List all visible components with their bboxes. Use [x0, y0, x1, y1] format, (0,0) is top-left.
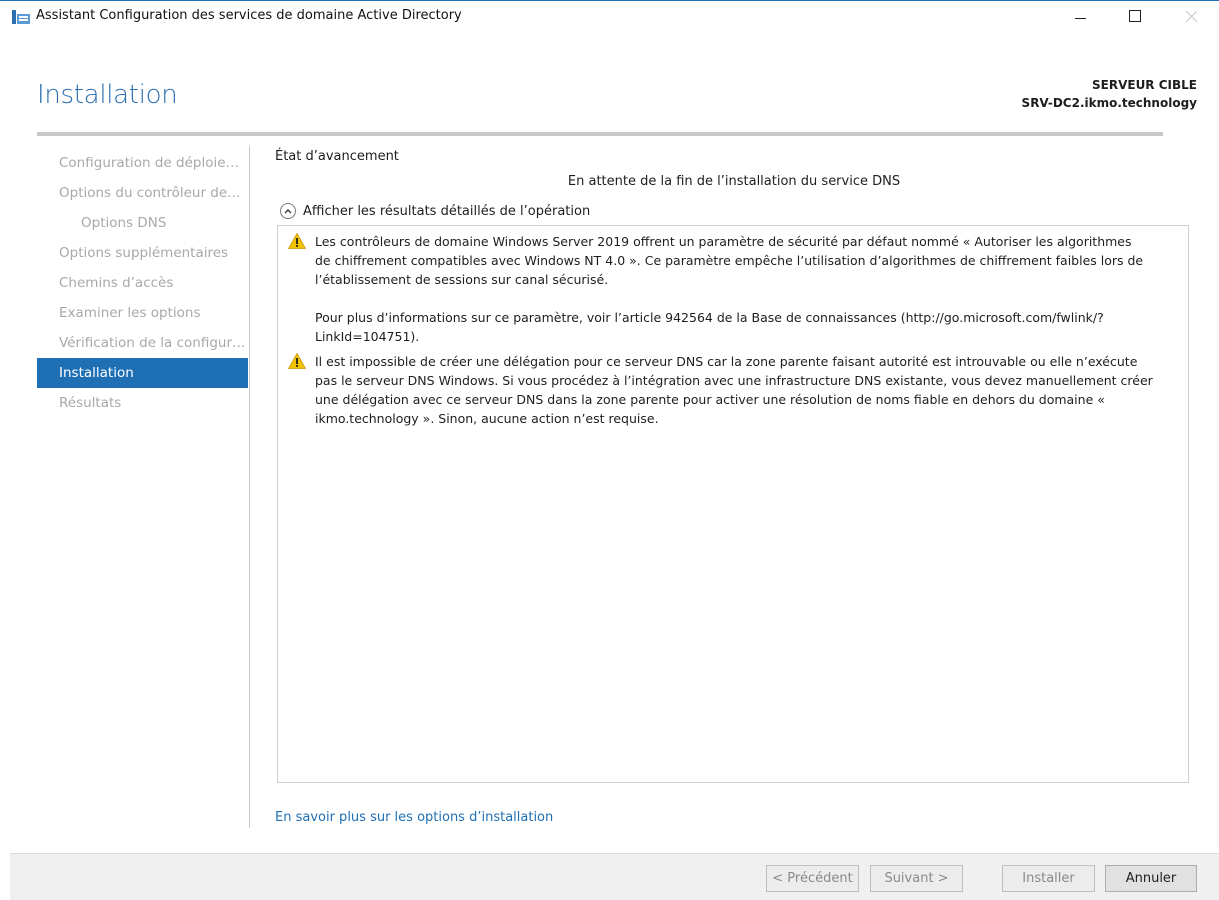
- nav-divider: [249, 146, 250, 828]
- result-message-text: Il est impossible de créer une délégatio…: [315, 354, 1153, 426]
- nav-item-dc-options: Options du contrôleur de…: [59, 185, 241, 201]
- details-toggle[interactable]: Afficher les résultats détaillés de l’op…: [280, 201, 590, 221]
- details-toggle-label: Afficher les résultats détaillés de l’op…: [303, 203, 591, 219]
- learn-more-link[interactable]: En savoir plus sur les options d’install…: [275, 810, 553, 825]
- operation-results-panel[interactable]: Les contrôleurs de domaine Windows Serve…: [277, 225, 1189, 783]
- server-manager-icon: [12, 10, 30, 24]
- chevron-up-icon: [280, 203, 296, 219]
- nav-item-dns-options: Options DNS: [81, 215, 167, 231]
- maximize-button[interactable]: [1112, 1, 1158, 31]
- nav-item-results: Résultats: [59, 395, 122, 411]
- cancel-button[interactable]: Annuler: [1105, 865, 1197, 892]
- nav-item-installation[interactable]: Installation: [37, 358, 248, 388]
- nav-item-additional-options: Options supplémentaires: [59, 245, 229, 261]
- wizard-steps-nav: Configuration de déploie… Options du con…: [37, 148, 248, 418]
- window-title: Assistant Configuration des services de …: [36, 8, 462, 23]
- target-server-name: SRV-DC2.ikmo.technology: [1021, 96, 1197, 110]
- target-server-label: SERVEUR CIBLE: [1092, 78, 1197, 92]
- result-message-text: Les contrôleurs de domaine Windows Serve…: [315, 234, 1144, 344]
- next-button[interactable]: Suivant >: [870, 865, 963, 892]
- progress-label: État d’avancement: [275, 149, 399, 164]
- install-button[interactable]: Installer: [1002, 865, 1095, 892]
- maximize-icon: [1129, 10, 1141, 22]
- nav-item-paths: Chemins d’accès: [59, 275, 174, 291]
- nav-item-review-options: Examiner les options: [59, 305, 201, 321]
- result-message: Il est impossible de créer une délégatio…: [288, 352, 1168, 428]
- header-divider: [37, 132, 1163, 136]
- previous-button[interactable]: < Précédent: [766, 865, 859, 892]
- minimize-button[interactable]: [1057, 1, 1103, 31]
- warning-icon: [288, 233, 306, 249]
- page-title: Installation: [37, 80, 178, 110]
- title-bar: Assistant Configuration des services de …: [0, 1, 1219, 31]
- wizard-window: Assistant Configuration des services de …: [0, 0, 1219, 900]
- warning-icon: [288, 353, 306, 369]
- nav-item-deployment-config: Configuration de déploie…: [59, 155, 240, 171]
- minimize-icon: [1074, 17, 1086, 19]
- nav-item-prerequisites-check: Vérification de la configur…: [59, 335, 246, 351]
- close-button[interactable]: [1168, 1, 1214, 31]
- status-text: En attente de la fin de l’installation d…: [567, 174, 901, 189]
- close-icon: [1185, 10, 1197, 22]
- result-message: Les contrôleurs de domaine Windows Serve…: [288, 232, 1168, 346]
